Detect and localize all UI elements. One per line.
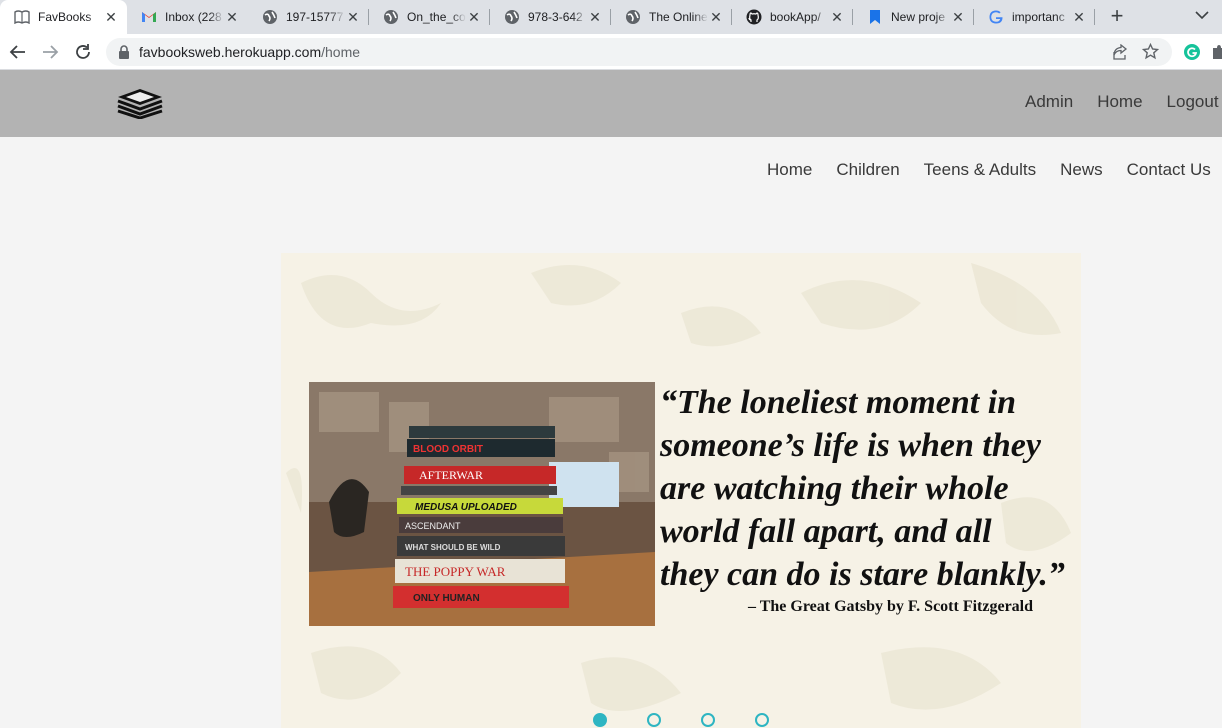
forward-arrow-icon[interactable] (40, 42, 60, 62)
tab-978[interactable]: 978-3-642 ✕ (490, 0, 611, 34)
nav-teens-adults[interactable]: Teens & Adults (924, 160, 1036, 180)
back-arrow-icon[interactable] (8, 42, 28, 62)
tab-search-chevron-icon[interactable] (1193, 5, 1211, 25)
quote-line: are watching their whole (660, 470, 1009, 507)
close-icon[interactable]: ✕ (103, 9, 119, 26)
tab-title: On_the_co (407, 10, 466, 24)
tab-title: bookApp/ (770, 10, 821, 24)
tab-divider (1094, 9, 1095, 25)
tab-the-online[interactable]: The Online ✕ (611, 0, 732, 34)
admin-link[interactable]: Admin (1025, 92, 1073, 112)
browser-tab-bar: FavBooks ✕ Inbox (228 ✕ 197-15777 ✕ On_t… (0, 0, 1222, 34)
tab-favbooks[interactable]: FavBooks ✕ (0, 0, 127, 34)
stack-of-books-photo: BLOOD ORBIT AFTERWAR MEDUSA UPLOADED ASC… (309, 382, 655, 626)
quote-line: they can do is stare blankly.” (660, 556, 1065, 593)
new-tab-button[interactable]: + (1106, 5, 1128, 28)
tab-on-the[interactable]: On_the_co ✕ (369, 0, 490, 34)
tab-divider (731, 9, 732, 25)
nav-news[interactable]: News (1060, 160, 1103, 180)
globe-icon (262, 9, 278, 25)
bookmark-star-icon[interactable] (1141, 42, 1160, 60)
globe-icon (383, 9, 399, 25)
tab-title: New proje (891, 10, 946, 24)
address-bar[interactable]: favbooksweb.herokuapp.com/home (106, 38, 1172, 66)
close-icon[interactable]: ✕ (345, 9, 361, 26)
tab-inbox[interactable]: Inbox (228 ✕ (127, 0, 248, 34)
book-spine-label: ASCENDANT (405, 521, 461, 531)
quote-line: someone’s life is when they (660, 427, 1041, 464)
gmail-icon (141, 9, 157, 25)
close-icon[interactable]: ✕ (587, 9, 603, 26)
book-spine-label: THE POPPY WAR (405, 564, 506, 579)
share-icon[interactable] (1112, 43, 1128, 60)
book-spine-label: MEDUSA UPLOADED (415, 502, 517, 513)
close-icon[interactable]: ✕ (829, 9, 845, 26)
carousel-indicators (593, 713, 769, 727)
extensions-puzzle-icon[interactable] (1212, 44, 1222, 60)
tab-divider (489, 9, 490, 25)
globe-icon (625, 9, 641, 25)
close-icon[interactable]: ✕ (466, 9, 482, 26)
url-text[interactable]: favbooksweb.herokuapp.com/home (139, 44, 360, 60)
site-header: Admin Home Logout (0, 70, 1222, 137)
book-spine-label: ONLY HUMAN (413, 593, 480, 604)
github-icon (746, 9, 762, 25)
book-spines: BLOOD ORBIT AFTERWAR MEDUSA UPLOADED ASC… (393, 426, 569, 608)
tab-title: importanc (1012, 10, 1065, 24)
logout-link[interactable]: Logout (1167, 92, 1219, 112)
tab-title: 978-3-642 (528, 10, 583, 24)
bookmark-icon (867, 9, 883, 25)
carousel-dot-1[interactable] (593, 713, 607, 727)
quote-attribution: – The Great Gatsby by F. Scott Fitzgeral… (748, 598, 1034, 615)
tab-divider (610, 9, 611, 25)
nav-home[interactable]: Home (767, 160, 812, 180)
lock-icon[interactable] (118, 45, 130, 59)
close-icon[interactable]: ✕ (708, 9, 724, 26)
nav-children[interactable]: Children (836, 160, 899, 180)
quote-line: “The loneliest moment in (660, 384, 1017, 421)
hero-carousel-slide[interactable]: BLOOD ORBIT AFTERWAR MEDUSA UPLOADED ASC… (281, 253, 1081, 728)
nav-contact-us[interactable]: Contact Us (1127, 160, 1211, 180)
tab-importance[interactable]: importanc ✕ (974, 0, 1095, 34)
tab-divider (368, 9, 369, 25)
url-domain: favbooksweb.herokuapp.com (139, 44, 322, 60)
carousel-dot-3[interactable] (701, 713, 715, 727)
close-icon[interactable]: ✕ (1071, 9, 1087, 26)
tab-title: 197-15777 (286, 10, 344, 24)
book-spine-label: AFTERWAR (419, 468, 483, 482)
tab-title: FavBooks (38, 10, 92, 24)
tab-divider (973, 9, 974, 25)
close-icon[interactable]: ✕ (950, 9, 966, 26)
tab-bookapp[interactable]: bookApp/ ✕ (732, 0, 853, 34)
tab-197[interactable]: 197-15777 ✕ (248, 0, 369, 34)
stacked-books-icon[interactable] (116, 87, 164, 120)
reload-icon[interactable] (73, 42, 93, 62)
tab-title: Inbox (228 (165, 10, 222, 24)
tab-title: The Online (649, 10, 708, 24)
home-link[interactable]: Home (1097, 92, 1142, 112)
browser-toolbar: favbooksweb.herokuapp.com/home (0, 34, 1222, 70)
close-icon[interactable]: ✕ (224, 9, 240, 26)
url-path: /home (321, 44, 361, 60)
quote-line: world fall apart, and all (660, 513, 992, 550)
grammarly-extension-icon[interactable] (1184, 44, 1200, 60)
book-spine-label: BLOOD ORBIT (413, 444, 483, 455)
google-icon (988, 9, 1004, 25)
book-spine-label: WHAT SHOULD BE WILD (405, 543, 501, 552)
main-nav: Home Children Teens & Adults News Contac… (767, 160, 1211, 180)
globe-icon (504, 9, 520, 25)
carousel-dot-4[interactable] (755, 713, 769, 727)
book-icon (14, 9, 30, 25)
header-links: Admin Home Logout (1025, 92, 1219, 112)
carousel-dot-2[interactable] (647, 713, 661, 727)
hero-quote: “The loneliest moment in someone’s life … (660, 381, 1080, 596)
tab-new-project[interactable]: New proje ✕ (853, 0, 974, 34)
tab-divider (852, 9, 853, 25)
